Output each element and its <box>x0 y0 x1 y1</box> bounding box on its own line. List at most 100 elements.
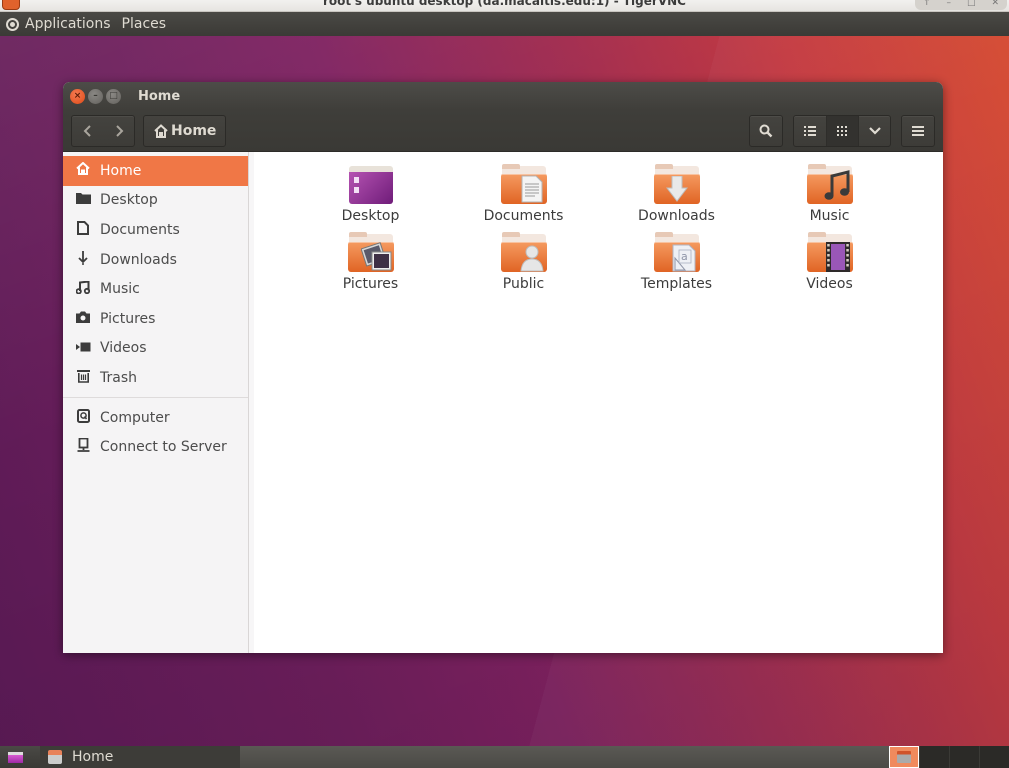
video-icon <box>74 340 92 356</box>
file-item-label: Downloads <box>638 208 715 224</box>
taskbar-item-label: Home <box>72 749 114 765</box>
workspace-3-switcher[interactable] <box>949 746 979 768</box>
videos-folder-icon <box>806 232 854 274</box>
file-item-label: Videos <box>806 276 853 292</box>
list-view-button[interactable] <box>794 116 826 146</box>
sidebar-item-music[interactable]: Music <box>63 274 248 304</box>
documents-folder-icon <box>500 164 548 206</box>
sidebar-item-downloads[interactable]: Downloads <box>63 245 248 275</box>
vnc-window-title: root's ubuntu desktop (da.macaitis.edu:1… <box>323 0 686 8</box>
sidebar-item-desktop[interactable]: Desktop <box>63 186 248 216</box>
show-desktop-icon <box>7 751 23 763</box>
workspace-window-icon <box>897 751 911 763</box>
download-icon <box>74 250 92 269</box>
file-manager-icon <box>48 750 62 764</box>
sidebar-item-label: Videos <box>100 340 147 357</box>
sidebar-item-label: Pictures <box>100 310 156 327</box>
file-item-downloads[interactable]: Downloads <box>600 164 753 224</box>
pictures-folder-icon <box>347 232 395 274</box>
desktop-folder-icon <box>347 164 395 206</box>
file-item-music[interactable]: Music <box>753 164 906 224</box>
sidebar-item-pictures[interactable]: Pictures <box>63 304 248 334</box>
home-icon <box>74 161 92 179</box>
sidebar-item-label: Home <box>100 162 142 179</box>
file-item-pictures[interactable]: Pictures <box>294 232 447 292</box>
maximize-window-button[interactable]: □ <box>106 88 121 104</box>
app-menu-button-group <box>901 115 935 147</box>
top-panel: Applications Places <box>0 12 1009 36</box>
sidebar-item-label: Music <box>100 281 140 298</box>
bottom-taskbar: Home <box>0 746 1009 768</box>
sidebar-item-home[interactable]: Home <box>63 156 248 186</box>
sidebar-separator <box>63 396 248 398</box>
templates-folder-icon: a <box>653 232 701 274</box>
file-item-label: Public <box>502 276 545 292</box>
sidebar-item-label: Connect to Server <box>100 439 227 456</box>
close-window-button[interactable]: × <box>70 88 85 104</box>
show-desktop-button[interactable] <box>0 746 30 768</box>
file-item-label: Documents <box>483 208 564 224</box>
file-item-label: Templates <box>640 276 713 292</box>
chevron-right-icon <box>115 124 123 137</box>
list-view-icon <box>804 126 816 136</box>
sidebar-item-connect-to-server[interactable]: Connect to Server <box>63 432 248 462</box>
path-bar-home-button[interactable]: Home <box>143 114 227 147</box>
file-item-label: Pictures <box>342 276 399 292</box>
sidebar-item-documents[interactable]: Documents <box>63 215 248 245</box>
places-menu[interactable]: Places <box>122 16 167 32</box>
applications-menu-icon[interactable] <box>6 17 19 31</box>
search-button-group <box>749 115 783 147</box>
vnc-close-icon[interactable]: ✕ <box>991 0 999 8</box>
network-server-icon <box>74 437 92 456</box>
navigation-buttons <box>71 114 135 147</box>
sidebar-item-trash[interactable]: Trash <box>63 363 248 393</box>
vnc-minimize-icon[interactable]: – <box>947 0 952 8</box>
chevron-left-icon <box>83 124 91 137</box>
places-sidebar: Home Desktop Documents Downloads Music P… <box>63 152 249 653</box>
file-item-desktop[interactable]: Desktop <box>294 164 447 224</box>
camera-icon <box>74 311 92 327</box>
grid-view-icon <box>837 126 847 136</box>
vnc-title-bar: root's ubuntu desktop (da.macaitis.edu:1… <box>0 0 1009 12</box>
sidebar-item-label: Trash <box>100 369 137 386</box>
file-item-videos[interactable]: Videos <box>753 232 906 292</box>
workspace-4-switcher[interactable] <box>979 746 1009 768</box>
workspace-2-switcher[interactable] <box>919 746 949 768</box>
view-options-button[interactable] <box>858 116 890 146</box>
toolbar-right-group <box>739 115 935 147</box>
view-buttons <box>793 115 891 147</box>
file-item-templates[interactable]: a Templates <box>600 232 753 292</box>
minimize-window-button[interactable]: – <box>88 88 103 104</box>
taskbar-item-home[interactable]: Home <box>40 746 240 768</box>
window-content: Home Desktop Documents Downloads Music P… <box>63 152 943 653</box>
vnc-pin-icon[interactable]: ↑ <box>923 0 931 8</box>
sidebar-item-label: Desktop <box>100 192 158 209</box>
sidebar-item-videos[interactable]: Videos <box>63 334 248 364</box>
vnc-maximize-icon[interactable]: □ <box>967 0 976 8</box>
workspace-1-switcher[interactable] <box>889 746 919 768</box>
forward-button[interactable] <box>103 116 134 146</box>
file-grid: Desktop Documents Downloads Music Pictur… <box>294 164 906 292</box>
applications-menu[interactable]: Applications <box>25 16 111 32</box>
window-title: Home <box>138 88 181 104</box>
back-button[interactable] <box>72 116 103 146</box>
vnc-window-controls: ↑ – □ ✕ <box>915 0 1007 10</box>
file-view[interactable]: Desktop Documents Downloads Music Pictur… <box>249 152 943 653</box>
music-icon <box>74 280 92 298</box>
file-manager-window: × – □ Home Home Home Desktop Documents D… <box>63 82 943 653</box>
file-item-public[interactable]: Public <box>447 232 600 292</box>
sidebar-item-label: Documents <box>100 221 180 238</box>
public-folder-icon <box>500 232 548 274</box>
search-button[interactable] <box>750 116 782 146</box>
path-bar-label: Home <box>171 122 217 139</box>
document-icon <box>74 220 92 239</box>
window-titlebar[interactable]: × – □ Home <box>63 82 943 110</box>
file-item-label: Music <box>809 208 850 224</box>
sidebar-item-computer[interactable]: Computer <box>63 403 248 433</box>
file-item-documents[interactable]: Documents <box>447 164 600 224</box>
music-folder-icon <box>806 164 854 206</box>
computer-icon <box>74 408 92 427</box>
file-item-label: Desktop <box>341 208 400 224</box>
app-menu-button[interactable] <box>902 116 934 146</box>
grid-view-button[interactable] <box>826 116 858 146</box>
